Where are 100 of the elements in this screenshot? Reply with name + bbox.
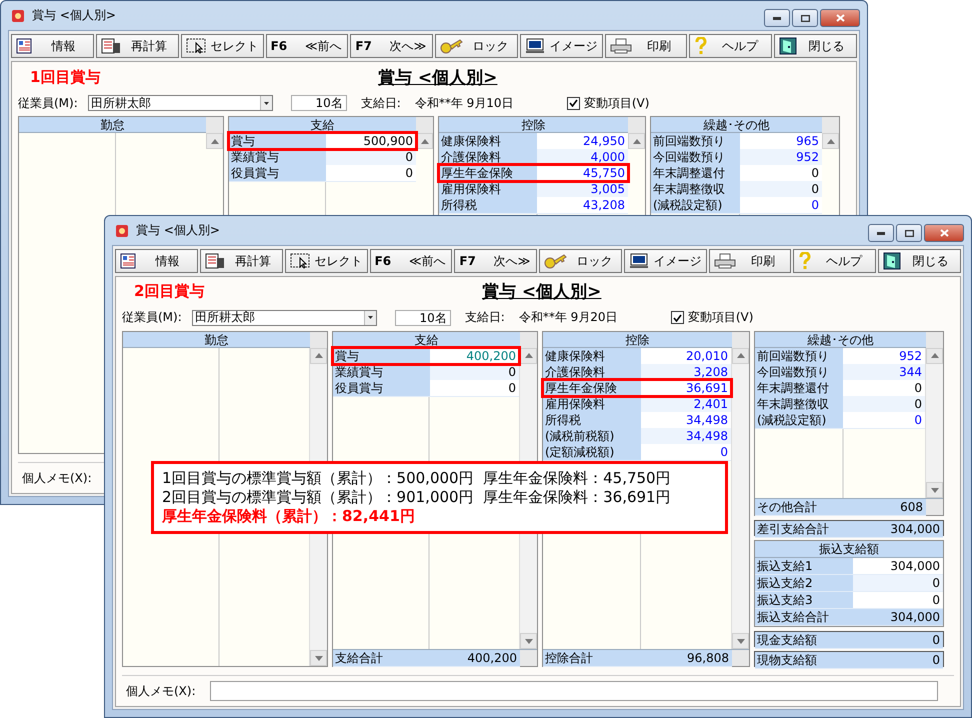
toolbar-button[interactable]: イメージ xyxy=(520,34,603,58)
item-value[interactable]: 0 xyxy=(430,380,519,397)
row-highlight[interactable]: (減税設定額) 0 xyxy=(651,197,822,213)
toolbar-button[interactable]: 情報 xyxy=(11,34,94,58)
row-highlight[interactable]: 所得税 43,208 xyxy=(439,197,628,213)
toolbar-button[interactable]: セレクト xyxy=(284,249,368,273)
toolbar-button[interactable]: 再計算 xyxy=(96,34,179,58)
row-highlight[interactable]: 厚生年金保険 45,750 xyxy=(439,165,628,181)
scroll-up-icon[interactable] xyxy=(524,353,532,358)
toolbar-button[interactable]: 印刷 xyxy=(604,34,688,58)
toolbar-button[interactable]: 閉じる xyxy=(878,249,962,273)
item-value[interactable]: 500,900 xyxy=(326,133,416,150)
scroll-up-icon[interactable] xyxy=(314,353,322,358)
scroll-up-icon[interactable] xyxy=(930,353,938,358)
scroll-up-icon[interactable] xyxy=(210,138,218,144)
toolbar-button[interactable]: イメージ xyxy=(624,249,707,273)
row-highlight[interactable]: 今回端数預り 344 xyxy=(755,364,925,380)
scrollbar[interactable] xyxy=(925,348,943,498)
scroll-up-button[interactable] xyxy=(310,348,327,364)
item-value[interactable]: 304,000 xyxy=(852,609,943,626)
scroll-up-button[interactable] xyxy=(628,133,645,149)
scroll-down-button[interactable] xyxy=(520,633,537,650)
row-highlight[interactable]: (定額減税額) 0 xyxy=(543,444,731,460)
item-value[interactable]: 0 xyxy=(843,412,925,429)
scroll-up-icon[interactable] xyxy=(632,138,640,144)
toolbar-button[interactable]: 印刷 xyxy=(708,249,792,273)
scroll-up-button[interactable] xyxy=(732,348,749,364)
item-value[interactable]: 344 xyxy=(843,364,925,381)
row-highlight[interactable]: 年末調整還付 0 xyxy=(755,380,925,396)
scroll-down-button[interactable] xyxy=(926,482,943,498)
scroll-down-button[interactable] xyxy=(310,650,327,666)
minimize-button[interactable] xyxy=(868,224,894,242)
dropdown-button[interactable] xyxy=(260,96,272,110)
item-value[interactable]: 400,200 xyxy=(430,348,519,365)
item-value[interactable]: 0 xyxy=(852,575,943,592)
scroll-up-button[interactable] xyxy=(822,133,839,149)
item-value[interactable]: 20,010 xyxy=(640,348,731,365)
row-highlight[interactable]: 賞与 500,900 xyxy=(229,133,416,149)
toolbar-button[interactable]: 閉じる xyxy=(774,34,858,58)
toolbar-button[interactable]: セレクト xyxy=(180,34,264,58)
row-highlight[interactable]: 賞与 400,200 xyxy=(333,348,519,364)
toolbar-button[interactable]: 再計算 xyxy=(200,249,283,273)
row-highlight[interactable]: 介護保険料 3,208 xyxy=(543,364,731,380)
item-value[interactable]: 952 xyxy=(740,149,822,166)
row-highlight[interactable]: (減税設定額) 0 xyxy=(755,412,925,428)
item-value[interactable]: 952 xyxy=(843,348,925,365)
toolbar-button[interactable]: F6 ≪前へ xyxy=(370,249,452,273)
row-highlight[interactable]: 厚生年金保険 36,691 xyxy=(543,380,731,396)
close-button[interactable] xyxy=(820,9,860,27)
row-highlight[interactable]: 所得税 34,498 xyxy=(543,412,731,428)
toolbar-button[interactable]: ヘルプ xyxy=(793,249,876,273)
scroll-up-icon[interactable] xyxy=(826,138,834,144)
item-value[interactable]: 45,750 xyxy=(537,165,628,182)
scrollbar[interactable] xyxy=(731,348,749,650)
toolbar-button[interactable]: ロック xyxy=(435,34,518,58)
item-value[interactable]: 304,000 xyxy=(852,558,943,576)
item-value[interactable]: 24,950 xyxy=(537,133,628,150)
row-highlight[interactable]: 介護保険料 4,000 xyxy=(439,149,628,165)
item-value[interactable]: 34,498 xyxy=(640,412,731,429)
employee-dropdown[interactable]: 田所耕太郎 xyxy=(192,310,377,326)
maximize-button[interactable] xyxy=(896,224,922,242)
item-value[interactable]: 34,498 xyxy=(640,428,731,445)
row-highlight[interactable]: 健康保険料 20,010 xyxy=(543,348,731,364)
scroll-down-icon[interactable] xyxy=(314,656,322,661)
dropdown-button[interactable] xyxy=(364,310,376,325)
scroll-down-icon[interactable] xyxy=(524,638,532,644)
toolbar-button[interactable]: ヘルプ xyxy=(689,34,772,58)
item-value[interactable]: 0 xyxy=(740,197,822,214)
toolbar-button[interactable]: F7 次へ≫ xyxy=(350,34,434,58)
toolbar-button[interactable]: F6 ≪前へ xyxy=(266,34,348,58)
scroll-down-icon[interactable] xyxy=(930,488,938,493)
item-value[interactable]: 0 xyxy=(326,165,416,182)
row-highlight[interactable]: 役員賞与 0 xyxy=(229,165,416,181)
toolbar-button[interactable]: ロック xyxy=(539,249,622,273)
row-highlight[interactable]: 年末調整徴収 0 xyxy=(755,396,925,412)
scroll-up-icon[interactable] xyxy=(420,138,428,144)
scroll-up-button[interactable] xyxy=(206,133,223,149)
maximize-button[interactable] xyxy=(792,9,818,27)
toolbar-button[interactable]: 情報 xyxy=(115,249,198,273)
item-value[interactable]: 0 xyxy=(740,181,822,198)
item-value[interactable]: 0 xyxy=(843,396,925,413)
memo-field[interactable] xyxy=(210,681,938,702)
close-button[interactable] xyxy=(924,224,964,242)
item-value[interactable]: 36,691 xyxy=(640,380,731,397)
row-highlight[interactable]: 役員賞与 0 xyxy=(333,380,519,396)
scroll-up-icon[interactable] xyxy=(736,353,744,358)
checkbox[interactable] xyxy=(670,311,684,324)
item-value[interactable]: 0 xyxy=(740,165,822,182)
item-value[interactable]: 965 xyxy=(740,133,822,150)
item-value[interactable]: 0 xyxy=(843,380,925,397)
employee-dropdown[interactable]: 田所耕太郎 xyxy=(88,95,273,111)
checkbox[interactable] xyxy=(566,96,580,110)
minimize-button[interactable] xyxy=(764,9,790,27)
item-value[interactable]: 43,208 xyxy=(537,197,628,214)
scroll-up-button[interactable] xyxy=(926,348,943,364)
scroll-down-icon[interactable] xyxy=(736,638,744,644)
item-value[interactable]: 0 xyxy=(852,592,943,610)
item-value[interactable]: 0 xyxy=(640,444,731,461)
scroll-down-button[interactable] xyxy=(732,633,749,650)
toolbar-button[interactable]: F7 次へ≫ xyxy=(454,249,538,273)
